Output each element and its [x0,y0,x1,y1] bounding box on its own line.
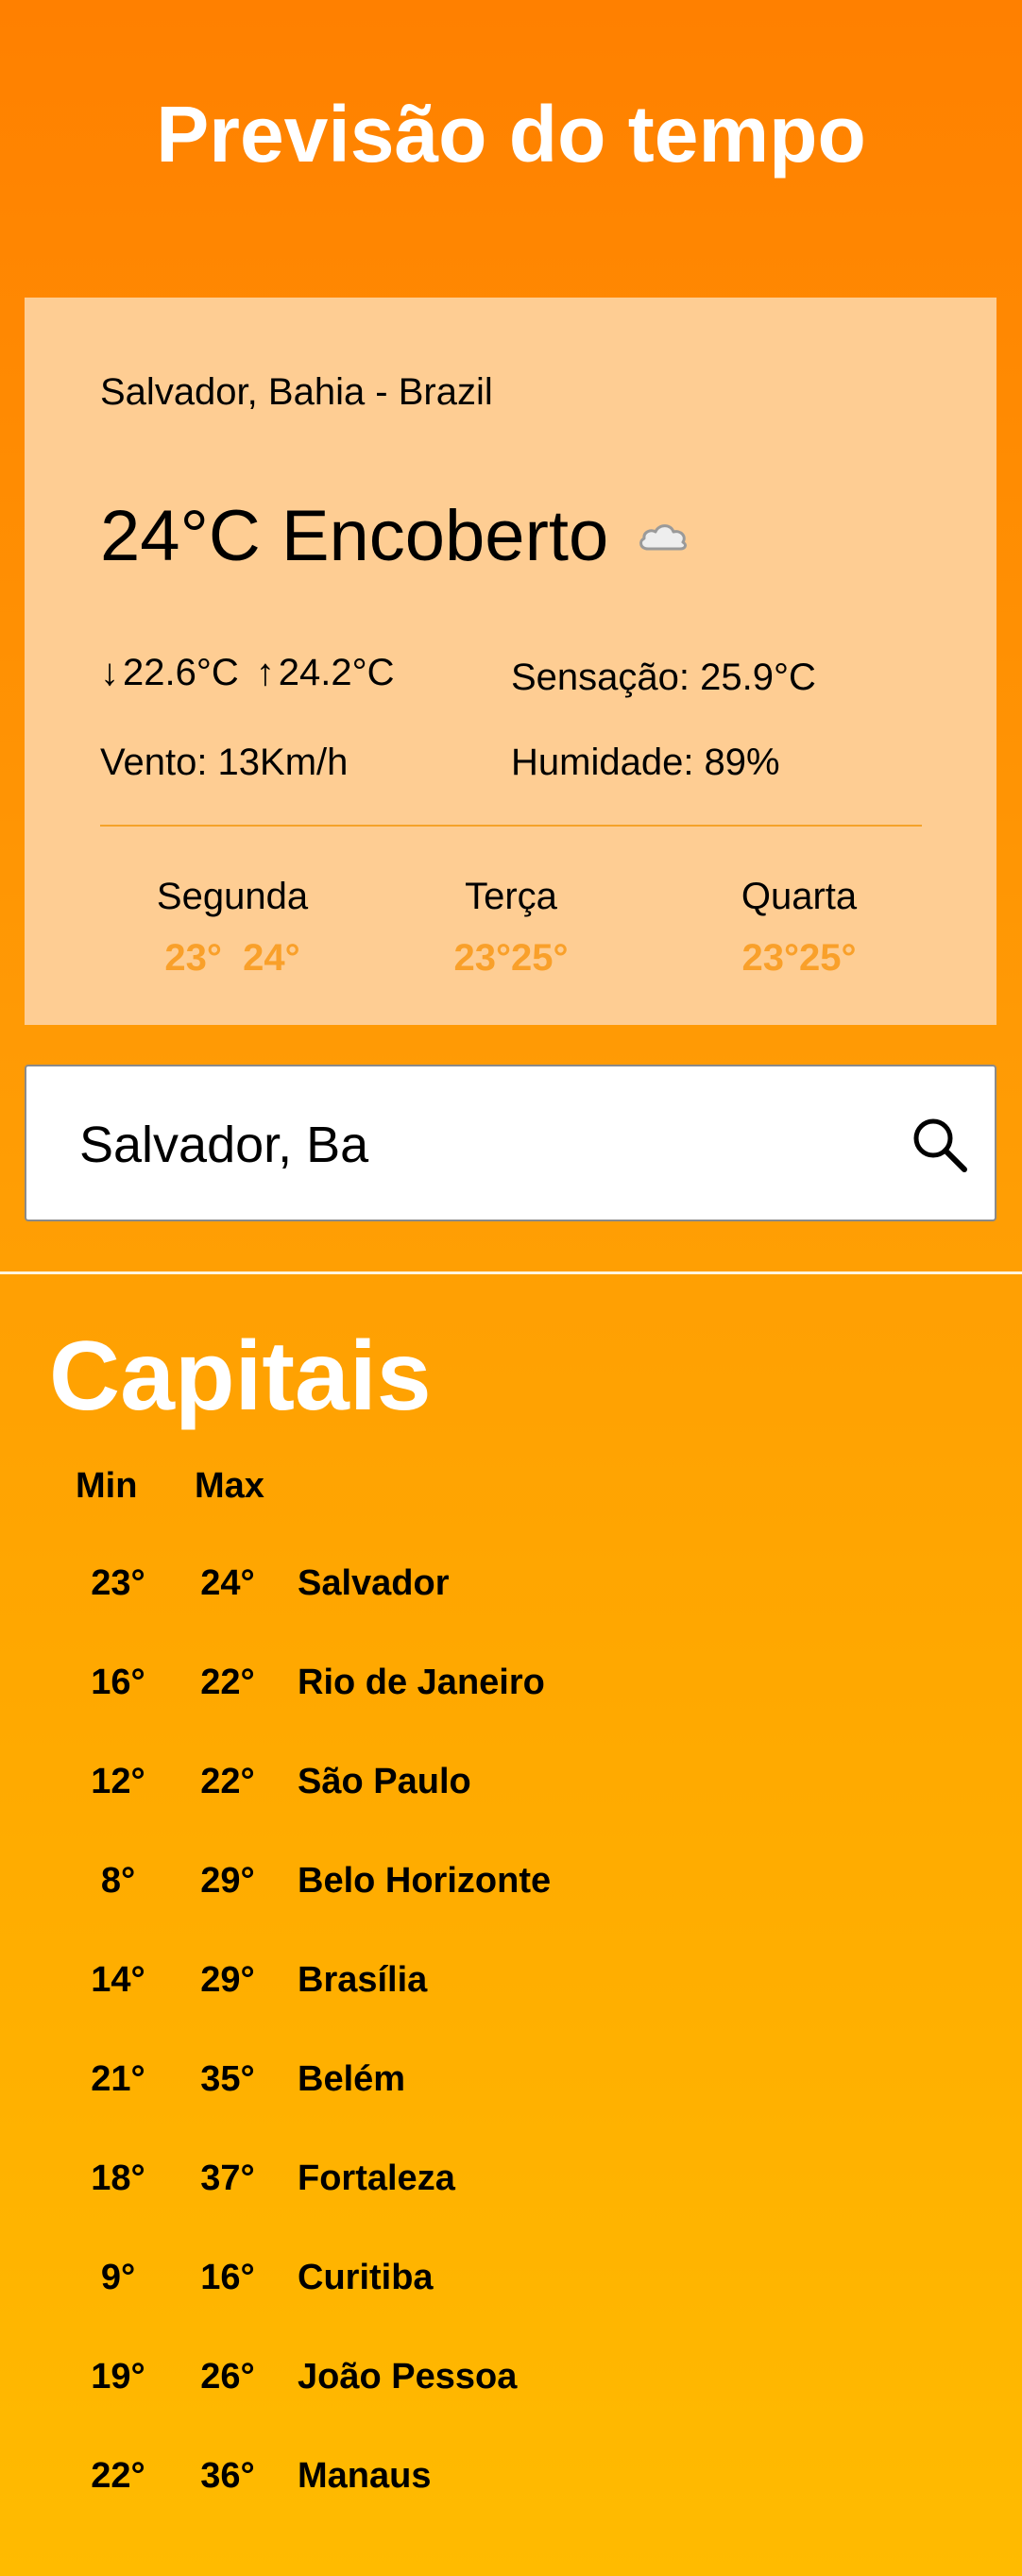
capital-city: Rio de Janeiro [298,1663,545,1702]
page-title: Previsão do tempo [156,90,866,179]
condition-label: Encoberto [281,496,609,576]
forecast-day-temps: 23° 24° [164,937,300,979]
capital-city: Belém [298,2059,406,2099]
forecast-day-name: Segunda [156,876,309,917]
capital-max: 29° [200,1861,255,1901]
search-input[interactable] [79,1104,854,1186]
capital-max: 37° [200,2158,255,2198]
capital-city: Brasília [298,1960,428,2000]
capital-city: Fortaleza [298,2158,455,2198]
arrow-down-icon: ↓ [100,652,119,693]
capital-max: 35° [200,2059,255,2099]
capital-row: 14° 29° Brasília [0,1960,1022,2017]
capital-max: 26° [200,2357,255,2397]
current-weather: 24°C Encoberto [100,501,690,572]
capital-max: 24° [200,1563,255,1603]
capital-row: 22° 36° Manaus [0,2456,1022,2513]
min-temp: 22.6°C [123,652,239,693]
arrow-up-icon: ↑ [255,652,275,693]
capital-max: 29° [200,1960,255,2000]
capital-row: 8° 29° Belo Horizonte [0,1861,1022,1918]
min-max-temps: ↓ 22.6°C ↑ 24.2°C [100,652,394,694]
capital-city: Curitiba [298,2258,434,2297]
feels-like: Sensação: 25.9°C [511,657,816,698]
forecast-day-name: Quarta [741,876,858,917]
capital-max: 22° [200,1663,255,1702]
capitals-title: Capitais [49,1322,432,1431]
max-temp: 24.2°C [278,652,395,693]
forecast-day-temps: 23°25° [741,937,857,979]
forecast-day: Quarta 23°25° [695,876,903,980]
forecast-day-temps: 23°25° [453,937,569,979]
capital-city: João Pessoa [298,2357,518,2397]
capital-row: 16° 22° Rio de Janeiro [0,1663,1022,1719]
capital-city: São Paulo [298,1762,471,1801]
capital-max: 16° [200,2258,255,2297]
section-divider [0,1271,1022,1274]
humidity: Humidade: 89% [511,742,780,783]
forecast-day-name: Terça [465,876,557,917]
min-column-header: Min [76,1466,138,1506]
capital-city: Manaus [298,2456,432,2496]
weather-card: Salvador, Bahia - Brazil 24°C Encoberto … [25,298,996,1025]
divider [100,825,922,827]
wind-speed: Vento: 13Km/h [100,742,349,783]
capital-row: 12° 22° São Paulo [0,1762,1022,1818]
search-box [25,1065,996,1221]
capital-row: 23° 24° Salvador [0,1563,1022,1620]
current-temp: 24°C [100,496,261,576]
capital-city: Salvador [298,1563,450,1603]
capital-city: Belo Horizonte [298,1861,552,1901]
forecast-day: Terça 23°25° [407,876,615,980]
forecast-day: Segunda 23° 24° [128,876,336,980]
capital-row: 9° 16° Curitiba [0,2258,1022,2314]
capital-row: 18° 37° Fortaleza [0,2158,1022,2215]
capital-row: 19° 26° João Pessoa [0,2357,1022,2414]
max-column-header: Max [195,1466,264,1506]
location-label: Salvador, Bahia - Brazil [100,371,493,413]
capital-max: 36° [200,2456,255,2496]
cloud-icon [637,493,690,565]
search-icon[interactable] [911,1116,969,1179]
capital-row: 21° 35° Belém [0,2059,1022,2116]
capital-max: 22° [200,1762,255,1801]
